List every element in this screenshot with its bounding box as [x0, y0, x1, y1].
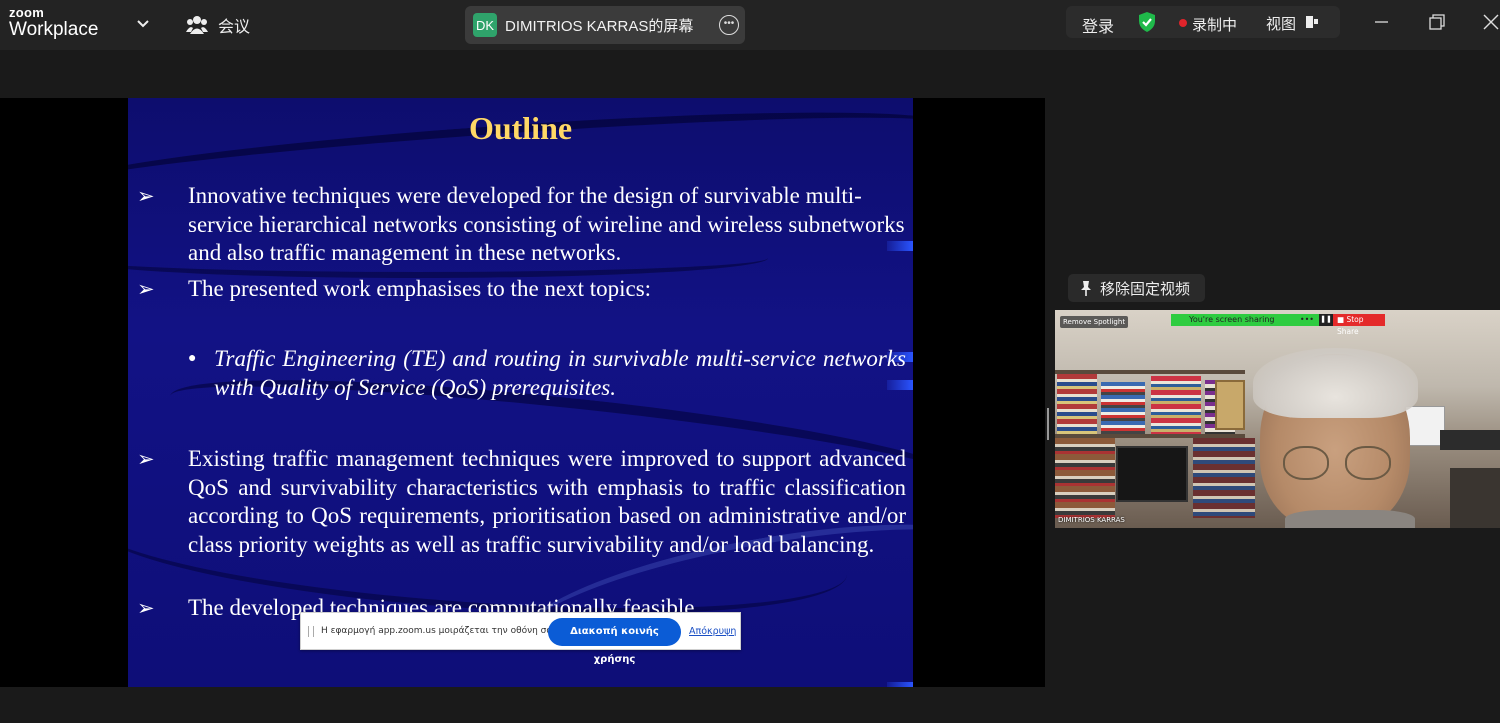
drag-handle-icon[interactable] [308, 626, 314, 637]
presenter-avatar: DK [473, 13, 497, 37]
slide-title: Outline [468, 110, 573, 146]
video-background [1405, 406, 1445, 446]
video-background [1116, 446, 1188, 502]
share-pill-label: DIMITRIOS KARRAS的屏幕 [505, 17, 694, 35]
close-icon[interactable] [1476, 10, 1500, 36]
stop-share-label: Stop Share [1337, 315, 1364, 336]
logo-line-2: Workplace [9, 19, 99, 40]
recording-dot-icon [1179, 19, 1187, 27]
sub-bullet-dot-icon: ● [188, 351, 197, 366]
video-background [1057, 374, 1097, 434]
remove-spotlight-button[interactable]: Remove Spotlight [1060, 316, 1129, 328]
video-background [1283, 446, 1329, 480]
bullet-arrow-icon: ➢ [137, 447, 155, 471]
sub-bullet-text: Traffic Engineering (TE) and routing in … [214, 346, 906, 400]
slide-bullet: Existing traffic management techniques w… [188, 446, 906, 557]
more-options-icon[interactable]: ••• [719, 15, 739, 35]
screen-sharing-text: You're screen sharing [1189, 315, 1275, 324]
share-notification-text: Η εφαρμογή app.zoom.us μοιράζεται την οθ… [321, 626, 561, 636]
screen-share-pill[interactable]: DK DIMITRIOS KARRAS的屏幕 ••• [465, 6, 745, 44]
slide-decoration [887, 682, 913, 687]
presentation-slide: Outline ➢ Innovative techniques were dev… [128, 98, 913, 687]
status-group: 登录 录制中 视图 [1066, 6, 1340, 38]
participant-name: DIMITRIOS KARRAS [1058, 516, 1125, 524]
logo-line-1: zoom [9, 5, 45, 20]
bullet-arrow-icon: ➢ [137, 277, 155, 301]
shared-screen-area: Outline ➢ Innovative techniques were dev… [0, 98, 1045, 687]
security-shield-icon[interactable] [1137, 11, 1157, 33]
slide-sub-bullet: ● Traffic Engineering (TE) and routing i… [188, 345, 906, 402]
people-icon [186, 16, 208, 34]
top-bar: zoom Workplace 会议 DK DIMITRIOS KARRAS的屏幕… [0, 0, 1500, 50]
pause-share-icon[interactable]: ❚❚ [1319, 314, 1333, 326]
unpin-label: 移除固定视频 [1100, 280, 1191, 298]
bullet-arrow-icon: ➢ [137, 184, 155, 208]
view-layout-icon[interactable] [1306, 16, 1318, 28]
video-background [1151, 376, 1201, 434]
pin-icon [1081, 281, 1091, 296]
unpin-video-button[interactable]: 移除固定视频 [1068, 274, 1205, 302]
video-background [1440, 430, 1500, 450]
panel-resize-handle[interactable] [1047, 408, 1049, 440]
meeting-label: 会议 [218, 19, 251, 36]
participant-video[interactable]: Remove Spotlight You're screen sharing •… [1055, 310, 1500, 528]
video-background [1345, 446, 1391, 480]
video-background [1101, 382, 1145, 434]
slide-bullet: Innovative techniques were developed for… [188, 183, 905, 266]
zoom-workplace-logo[interactable]: zoom Workplace [9, 6, 98, 39]
screen-share-notification: Η εφαρμογή app.zoom.us μοιράζεται την οθ… [300, 612, 741, 665]
video-background [1193, 438, 1255, 518]
view-button[interactable]: 视图 [1266, 13, 1296, 34]
stop-share-button[interactable]: ■ Stop Share [1333, 314, 1385, 336]
video-background [1450, 468, 1500, 528]
bullet-arrow-icon: ➢ [137, 596, 155, 620]
video-background [1285, 510, 1415, 528]
slide-bullet: The presented work emphasises to the nex… [188, 276, 652, 301]
meeting-button[interactable]: 会议 [186, 13, 250, 37]
video-background [1215, 380, 1245, 430]
recording-label[interactable]: 录制中 [1192, 14, 1237, 35]
screen-sharing-indicator[interactable]: You're screen sharing ••• [1171, 314, 1324, 326]
zoom-window: zoom Workplace 会议 DK DIMITRIOS KARRAS的屏幕… [0, 0, 1500, 723]
more-options-icon[interactable]: ••• [1300, 314, 1314, 326]
minimize-icon[interactable] [1366, 10, 1396, 36]
restore-icon[interactable] [1421, 10, 1451, 36]
video-background [1055, 438, 1115, 518]
stop-sharing-button[interactable]: Διακοπή κοινής χρήσης [548, 618, 681, 665]
video-background [1253, 348, 1418, 418]
hide-notification-link[interactable]: Απόκρυψη [689, 626, 736, 637]
chevron-down-icon[interactable] [136, 16, 150, 30]
login-button[interactable]: 登录 [1082, 13, 1114, 37]
